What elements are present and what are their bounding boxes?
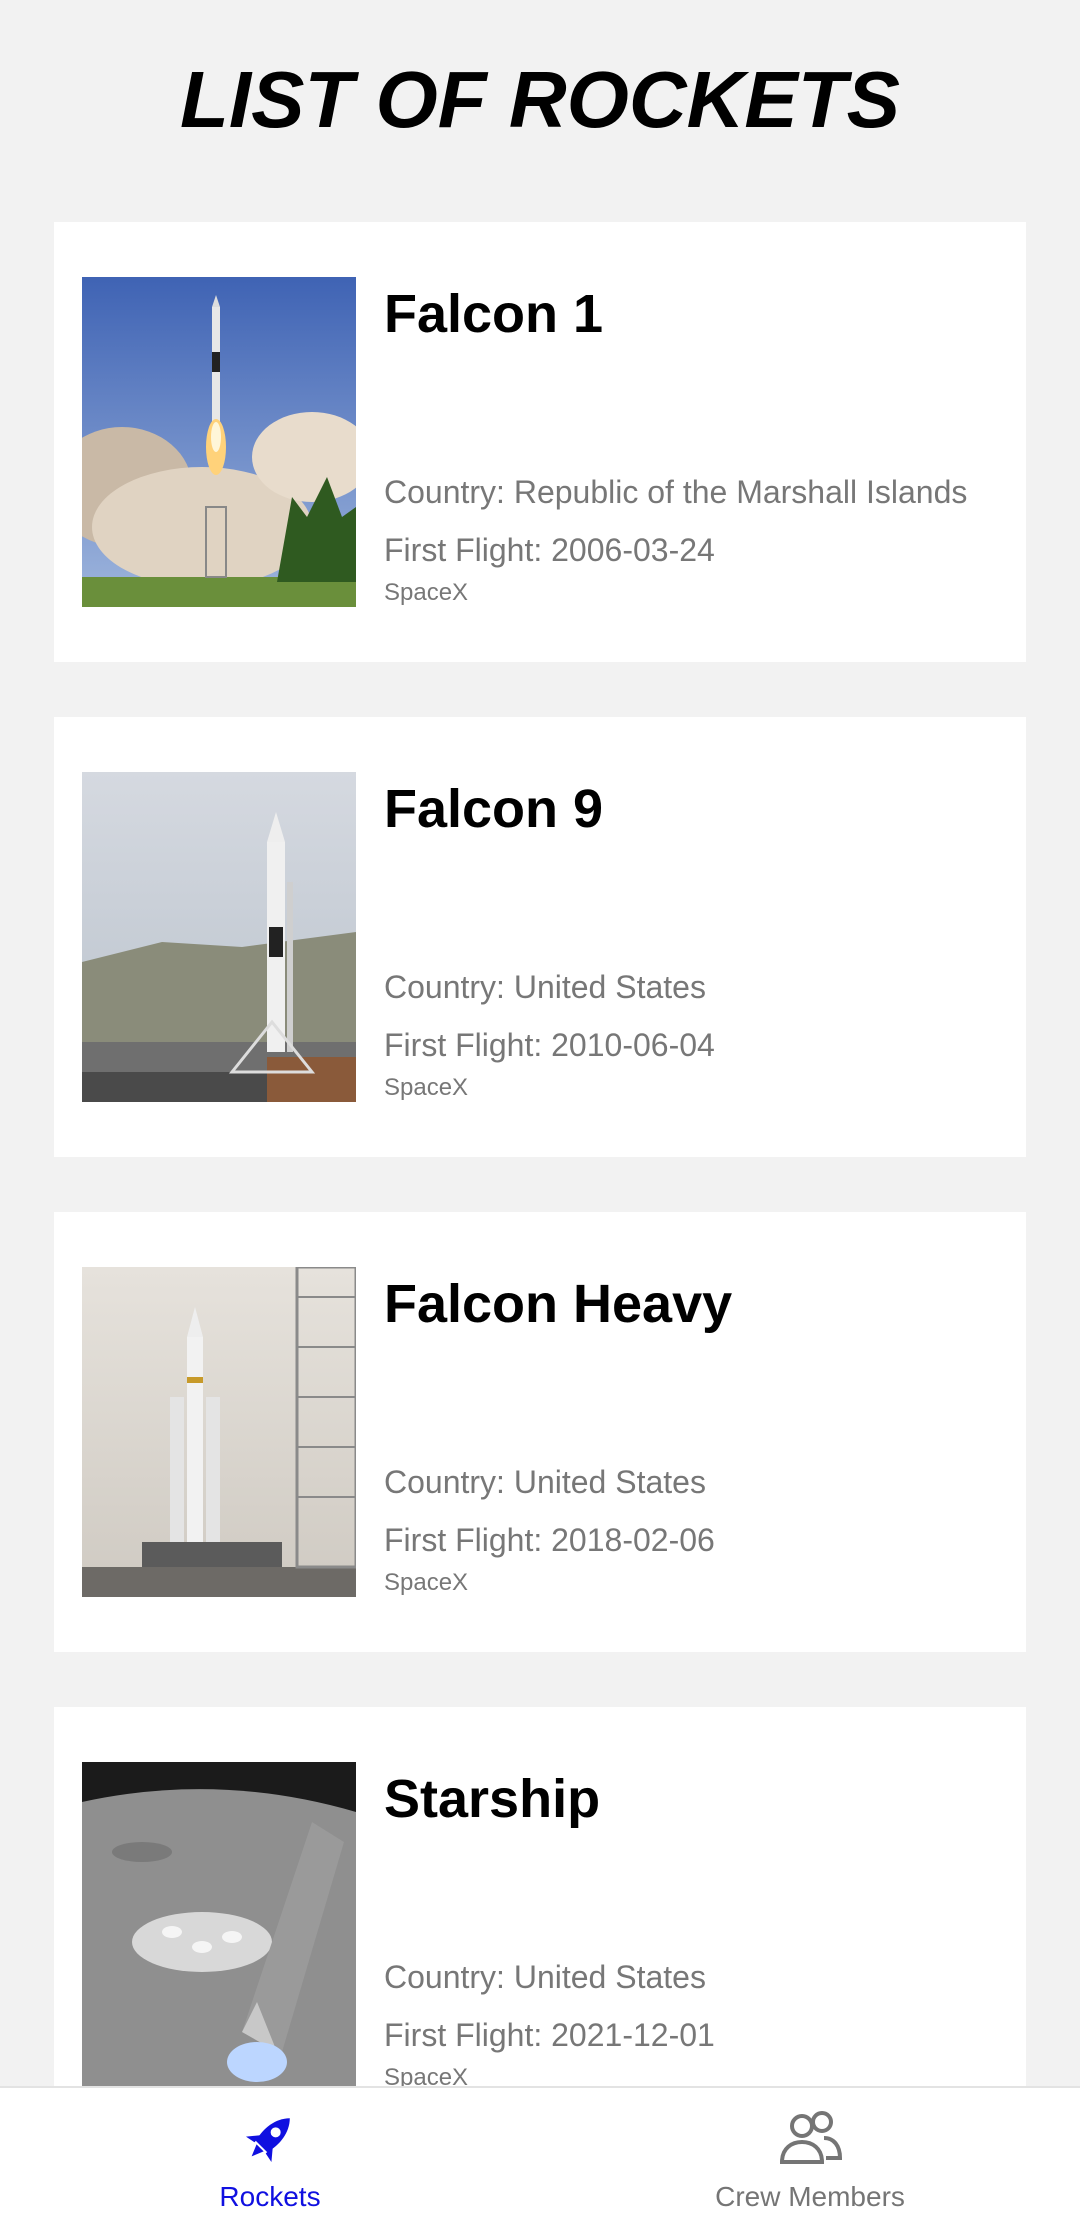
rocket-image — [82, 1267, 356, 1597]
rocket-first-flight: First Flight: 2006-03-24 — [384, 532, 715, 568]
rocket-company: SpaceX — [384, 579, 469, 606]
rocket-first-flight: First Flight: 2010-06-04 — [384, 1027, 715, 1063]
nav-label-rockets: Rockets — [219, 2181, 321, 2212]
rocket-name: Falcon 1 — [384, 284, 604, 344]
nav-item-rockets[interactable]: Rockets — [0, 2088, 540, 2222]
page-title: LIST OF ROCKETS — [180, 55, 900, 144]
nav-label-crew-members: Crew Members — [715, 2181, 905, 2212]
rocket-image — [82, 772, 356, 1102]
rocket-card-falcon-9[interactable]: Falcon 9 Country: United States First Fl… — [54, 717, 1026, 1157]
rocket-card-starship[interactable]: Starship Country: United States First Fl… — [54, 1707, 1026, 2086]
people-icon — [774, 2106, 846, 2170]
rocket-company: SpaceX — [384, 1074, 469, 1101]
rocket-company: SpaceX — [384, 1569, 469, 1596]
rocket-first-flight: First Flight: 2021-12-01 — [384, 2017, 715, 2053]
rocket-icon — [234, 2106, 306, 2170]
rocket-name: Starship — [384, 1769, 601, 1829]
nav-item-crew-members[interactable]: Crew Members — [540, 2088, 1080, 2222]
rocket-country: Country: Republic of the Marshall Island… — [384, 474, 968, 510]
rocket-list: Falcon 1 Country: Republic of the Marsha… — [54, 222, 1026, 2086]
rocket-company: SpaceX — [384, 2064, 469, 2086]
bottom-navigation: Rockets Crew Members — [0, 2086, 1080, 2222]
rocket-country: Country: United States — [384, 969, 706, 1005]
rocket-first-flight: First Flight: 2018-02-06 — [384, 1522, 715, 1558]
rocket-country: Country: United States — [384, 1959, 706, 1995]
rocket-card-falcon-1[interactable]: Falcon 1 Country: Republic of the Marsha… — [54, 222, 1026, 662]
rocket-image — [82, 1762, 356, 2086]
rocket-name: Falcon 9 — [384, 779, 604, 839]
rocket-country: Country: United States — [384, 1464, 706, 1500]
rocket-image — [82, 277, 356, 607]
rocket-card-falcon-heavy[interactable]: Falcon Heavy Country: United States Firs… — [54, 1212, 1026, 1652]
rocket-name: Falcon Heavy — [384, 1274, 733, 1334]
